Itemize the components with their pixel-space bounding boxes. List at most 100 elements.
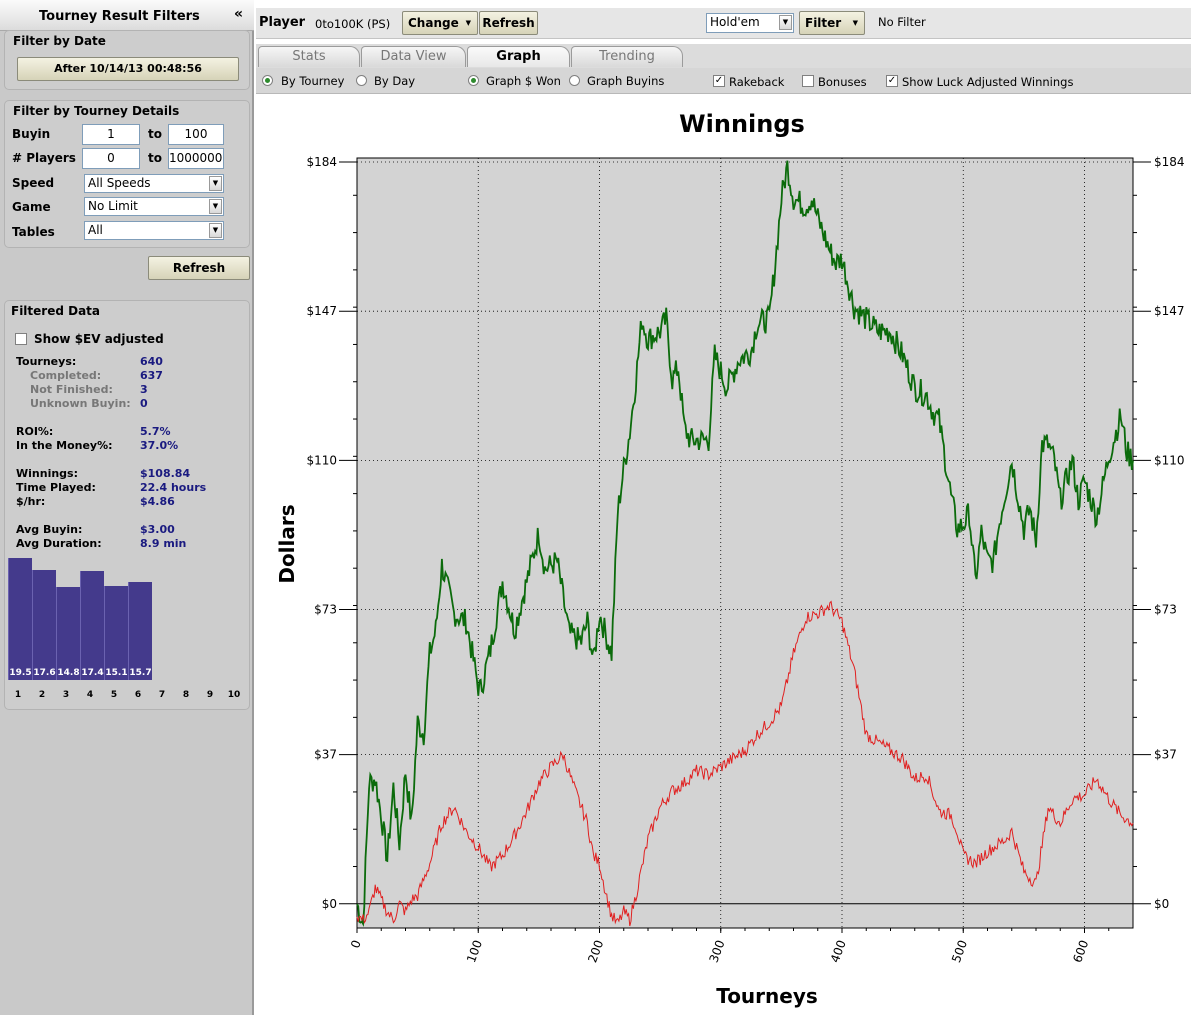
rakeback-label: Rakeback (729, 75, 785, 89)
change-player-button[interactable]: Change ▼ (402, 11, 478, 35)
itm-value: 37.0% (140, 439, 179, 452)
histogram-bar: 15.1 (104, 585, 128, 680)
game-select[interactable]: No Limit ▼ (84, 197, 224, 216)
game-type-select[interactable]: Hold'em ▼ (706, 13, 794, 33)
avg-buyin-label: Avg Buyin: (16, 523, 83, 536)
speed-select-value: All Speeds (88, 176, 151, 190)
avg-buyin-value: $3.00 (140, 523, 175, 536)
graph-buyins-radio[interactable] (569, 75, 580, 86)
game-select-value: No Limit (88, 199, 138, 213)
date-filter-button[interactable]: After 10/14/13 00:48:56 (17, 57, 239, 81)
chevron-down-icon[interactable]: ▼ (209, 223, 222, 238)
luck-adjusted-checkbox[interactable]: ✓ (886, 75, 898, 87)
unknown-buyin-label: Unknown Buyin: (30, 397, 131, 410)
x-tick-label: 100 (464, 938, 485, 964)
chevron-down-icon[interactable]: ▼ (209, 176, 222, 191)
rakeback-checkbox[interactable]: ✓ (713, 75, 725, 87)
refresh-button[interactable]: Refresh (479, 11, 538, 35)
histogram-axis-label: 4 (86, 690, 94, 700)
tourneys-value: 640 (140, 355, 163, 368)
y-tick-label-left: $37 (314, 748, 337, 762)
luck-adjusted-label: Show Luck Adjusted Winnings (902, 75, 1074, 89)
not-finished-label: Not Finished: (30, 383, 113, 396)
histogram-axis-label: 5 (110, 690, 118, 700)
winnings-chart-svg: Winnings Tourneys Dollars 0 100 200 300 400 5… (275, 110, 1185, 1008)
tab-stats[interactable]: Stats (258, 46, 360, 67)
winnings-chart: Winnings Tourneys Dollars 0 100 200 300 400 5… (256, 94, 1191, 1015)
filter-panel: Tourney Result Filters « Filter by Date … (0, 0, 254, 1015)
roi-value: 5.7% (140, 425, 171, 438)
bonuses-checkbox[interactable] (802, 75, 814, 87)
graph-buyins-label: Graph Buyins (587, 74, 665, 88)
graph-won-radio[interactable] (468, 75, 479, 86)
show-ev-label: Show $EV adjusted (34, 332, 164, 346)
players-to-input[interactable]: 1000000 (168, 148, 224, 169)
by-tourney-radio[interactable] (262, 75, 273, 86)
time-played-label: Time Played: (16, 481, 96, 494)
show-ev-checkbox[interactable] (15, 333, 27, 345)
y-tick-label-right: $73 (1154, 603, 1177, 617)
tables-label: Tables (12, 225, 55, 239)
tab-graph[interactable]: Graph (467, 46, 570, 67)
histogram-axis-label: 8 (182, 690, 190, 700)
chevron-down-icon[interactable]: ▼ (209, 199, 222, 214)
filter-by-details-heading: Filter by Tourney Details (13, 104, 180, 118)
panel-title: Tourney Result Filters (39, 9, 200, 24)
view-tabs: Stats Data View Graph Trending (256, 44, 1191, 68)
histogram-bar-value: 15.7 (129, 667, 152, 678)
winnings-label: Winnings: (16, 467, 78, 480)
x-tick-label: 300 (707, 938, 728, 964)
tab-data-view[interactable]: Data View (361, 46, 466, 67)
plot-background (356, 157, 1134, 929)
buyin-from-input[interactable]: 1 (82, 124, 140, 145)
x-tick-label: 600 (1070, 938, 1091, 964)
tab-trending[interactable]: Trending (571, 46, 683, 67)
avg-duration-label: Avg Duration: (16, 537, 102, 550)
completed-label: Completed: (30, 369, 102, 382)
dollars-per-hour-value: $4.86 (140, 495, 175, 508)
histogram-bar: 17.6 (32, 569, 56, 680)
x-tick-label: 200 (585, 938, 606, 964)
y-tick-label-right: $110 (1154, 453, 1185, 467)
filter-by-date-heading: Filter by Date (13, 34, 106, 48)
bonuses-label: Bonuses (818, 75, 867, 89)
filter-status: No Filter (878, 15, 926, 29)
histogram-bar: 19.5 (8, 558, 32, 680)
histogram-axis-label: 3 (62, 690, 70, 700)
filter-panel-header: Tourney Result Filters « (0, 0, 254, 31)
roi-label: ROI%: (16, 425, 54, 438)
histogram-axis-label: 1 (14, 690, 22, 700)
players-label: # Players (12, 151, 76, 165)
histogram-bar: 15.7 (128, 581, 152, 680)
tables-select-value: All (88, 223, 103, 237)
completed-value: 637 (140, 369, 163, 382)
not-finished-value: 3 (140, 383, 148, 396)
refresh-filters-button[interactable]: Refresh (148, 256, 250, 280)
buyin-to-input[interactable]: 100 (168, 124, 224, 145)
speed-label: Speed (12, 176, 55, 190)
filter-by-date-group: Filter by Date After 10/14/13 00:48:56 (4, 30, 250, 90)
histogram-bar-value: 15.1 (105, 667, 128, 678)
chevron-down-icon: ▼ (465, 19, 471, 27)
collapse-icon[interactable]: « (234, 6, 243, 22)
filter-button[interactable]: Filter ▼ (799, 11, 865, 35)
buyin-label: Buyin (12, 127, 51, 141)
winnings-value: $108.84 (140, 467, 191, 480)
histogram-bar: 17.4 (80, 571, 104, 680)
x-tick-label: 500 (949, 938, 970, 964)
chevron-down-icon[interactable]: ▼ (779, 15, 792, 30)
y-tick-label-left: $184 (306, 155, 337, 169)
y-tick-label-left: $147 (306, 304, 337, 318)
x-tick-label: 400 (828, 938, 849, 964)
by-day-radio[interactable] (356, 75, 367, 86)
tables-select[interactable]: All ▼ (84, 221, 224, 240)
y-axis-label: Dollars (275, 504, 299, 583)
speed-select[interactable]: All Speeds ▼ (84, 174, 224, 193)
histogram-axis-label: 10 (227, 690, 241, 700)
y-tick-label-left: $0 (322, 897, 337, 911)
players-to-label: to (148, 151, 162, 165)
players-from-input[interactable]: 0 (82, 148, 140, 169)
histogram-axis-label: 9 (206, 690, 214, 700)
filtered-data-heading: Filtered Data (11, 304, 101, 318)
player-value: 0to100K (PS) (315, 17, 391, 31)
